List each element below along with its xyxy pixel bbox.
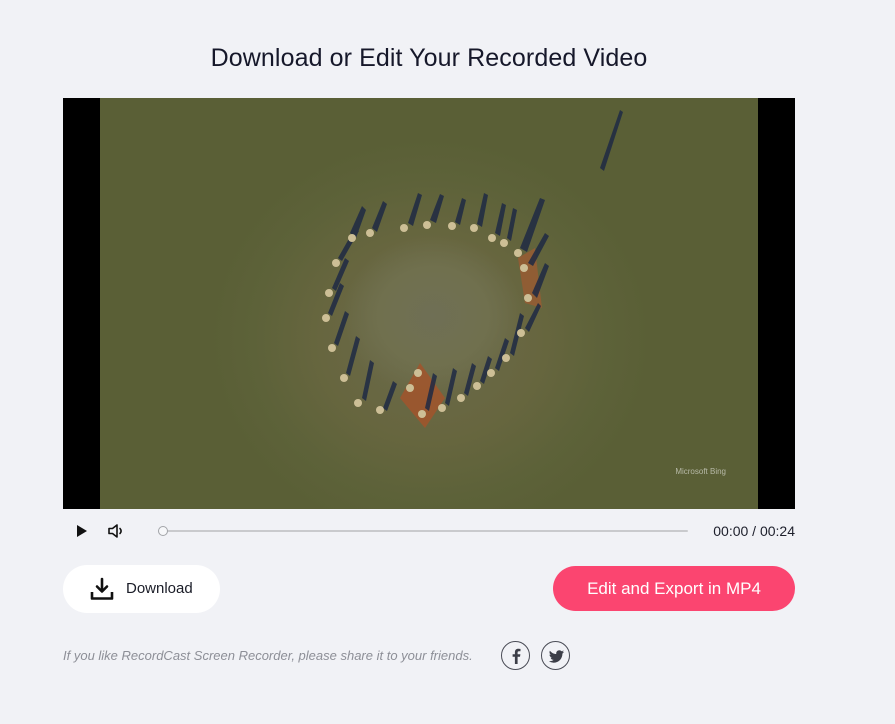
facebook-icon	[512, 648, 521, 664]
stone-circle-graphic	[322, 110, 623, 428]
download-button[interactable]: Download	[63, 565, 220, 613]
twitter-icon	[548, 650, 564, 663]
download-button-label: Download	[126, 580, 193, 597]
play-icon[interactable]	[72, 522, 92, 540]
twitter-share-button[interactable]	[541, 641, 570, 670]
edit-export-mp4-button[interactable]: Edit and Export in MP4	[553, 566, 795, 611]
seek-bar[interactable]	[158, 526, 688, 536]
page: Download or Edit Your Recorded Video Mic…	[0, 0, 895, 724]
download-icon	[90, 577, 114, 600]
volume-icon[interactable]	[107, 522, 127, 540]
video-frame-image: Microsoft Bing	[100, 98, 758, 509]
seek-thumb[interactable]	[158, 526, 168, 536]
video-controls: 00:00 / 00:24	[63, 516, 795, 546]
time-display: 00:00 / 00:24	[713, 523, 795, 539]
video-player[interactable]: Microsoft Bing	[63, 98, 795, 509]
share-message: If you like RecordCast Screen Recorder, …	[63, 648, 473, 663]
facebook-share-button[interactable]	[501, 641, 530, 670]
page-title: Download or Edit Your Recorded Video	[210, 44, 648, 72]
video-watermark: Microsoft Bing	[675, 467, 726, 476]
